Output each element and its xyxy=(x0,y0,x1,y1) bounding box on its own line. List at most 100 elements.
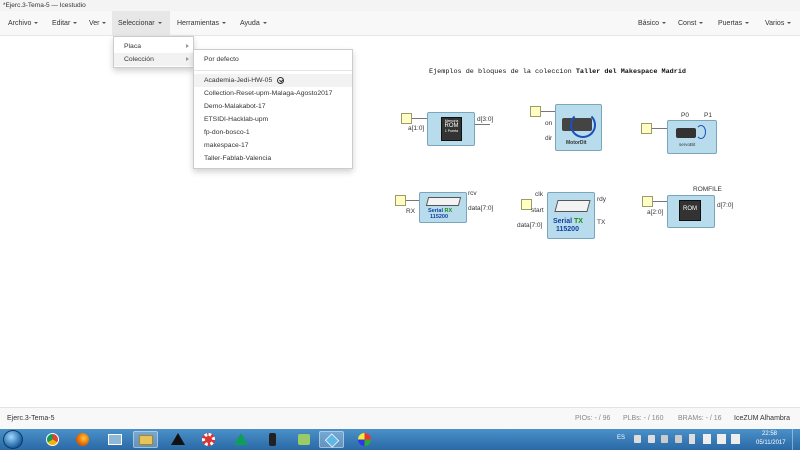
rom-chip-bottom: 1 Puerta xyxy=(444,129,459,133)
menu-item-placa-label: Placa xyxy=(124,43,142,50)
language-indicator[interactable]: ES xyxy=(617,435,625,441)
menu-seleccionar[interactable]: Seleccionar xyxy=(112,11,170,36)
collection-submenu: Por defecto Academia-Jedi-HW-05 Collecti… xyxy=(193,49,353,169)
settings-gear-icon[interactable] xyxy=(196,431,221,448)
tray-volume-icon[interactable] xyxy=(731,434,740,444)
firefox-icon[interactable] xyxy=(70,431,95,448)
menu-herramientas-label: Herramientas xyxy=(177,20,220,27)
rom-chip: Memoria ROM 1 Puerta xyxy=(441,117,462,141)
caret-down-icon xyxy=(661,22,666,25)
port-label-dir: dir xyxy=(545,135,553,142)
servo-arrow-icon xyxy=(696,125,706,139)
port-label-clk: clk xyxy=(535,191,543,198)
select-dropdown: Placa Colección xyxy=(113,36,194,68)
port-label-a: a[2:0] xyxy=(647,209,664,216)
status-filename: Ejerc.3-Tema-5 xyxy=(7,415,55,422)
menu-item-placa[interactable]: Placa xyxy=(114,40,193,53)
port-label-rcv: rcv xyxy=(468,190,477,197)
serial-rx-baud: 115200 xyxy=(430,214,449,220)
collection-item[interactable]: makespace-17 xyxy=(194,139,352,152)
menu-archivo-label: Archivo xyxy=(8,20,32,27)
tray-monitor-icon[interactable] xyxy=(675,435,682,443)
submenu-arrow-icon xyxy=(186,57,189,61)
port-label-p1: P1 xyxy=(704,112,712,119)
clock-date[interactable]: 05/11/2017 xyxy=(756,440,786,446)
menu-const[interactable]: Const xyxy=(672,11,709,36)
chrome-icon[interactable] xyxy=(40,431,65,448)
port-label-rdy: rdy xyxy=(597,196,607,203)
submenu-arrow-icon xyxy=(186,44,189,48)
usb-tool-icon[interactable] xyxy=(260,431,285,448)
rotation-arrow-icon xyxy=(570,112,596,138)
collection-item[interactable]: Collection-Reset-upm-Malaga-Agosto2017 xyxy=(194,87,352,100)
google-drive-icon[interactable] xyxy=(228,431,253,448)
collection-item[interactable]: Demo-Malakabot-17 xyxy=(194,100,352,113)
menu-varios-label: Varios xyxy=(765,20,785,27)
port-label-on: on xyxy=(545,120,553,127)
tray-help-icon[interactable] xyxy=(634,435,641,443)
menu-item-coleccion[interactable]: Colección xyxy=(114,53,193,66)
menu-herramientas[interactable]: Herramientas xyxy=(171,11,232,36)
control-panel-icon[interactable] xyxy=(102,431,127,448)
input-port-a[interactable] xyxy=(401,113,412,124)
collection-item[interactable]: ETSIDI-Hacklab-upm xyxy=(194,113,352,126)
show-desktop-button[interactable] xyxy=(792,429,800,450)
collection-item[interactable]: Academia-Jedi-HW-05 xyxy=(194,74,352,87)
collection-title-name: Taller del Makespace Madrid xyxy=(575,68,686,76)
taskbar: ES 22:58 05/11/2017 xyxy=(0,429,800,450)
menu-bar: Archivo Editar Ver Seleccionar Herramien… xyxy=(0,11,800,36)
menu-varios[interactable]: Varios xyxy=(759,11,797,36)
input-port-on[interactable] xyxy=(530,106,541,117)
port-label-data: data[7:0] xyxy=(517,222,543,229)
motor-label: MotorDit xyxy=(566,140,587,146)
input-port-servo[interactable] xyxy=(641,123,652,134)
wire xyxy=(475,124,490,125)
wire xyxy=(412,118,427,119)
port-label-tx: TX xyxy=(597,219,606,226)
tray-shield-icon[interactable] xyxy=(648,435,655,443)
menu-puertas-label: Puertas xyxy=(718,20,743,27)
start-orb-icon[interactable] xyxy=(3,430,23,449)
paint-icon[interactable] xyxy=(352,431,377,448)
tray-pen-icon[interactable] xyxy=(661,435,668,443)
icestudio-icon[interactable] xyxy=(319,431,344,448)
caret-down-icon xyxy=(73,22,78,25)
window-title: *Ejerc.3-Tema-5 — Icestudio xyxy=(0,0,800,11)
collection-title-prefix: Ejemplos de bloques de la coleccion xyxy=(429,68,576,76)
fritzing-icon[interactable] xyxy=(291,431,316,448)
rom-chip: ROM xyxy=(679,200,701,221)
tray-network-icon[interactable] xyxy=(717,434,726,444)
menu-basico[interactable]: Básico xyxy=(632,11,672,36)
input-port-a[interactable] xyxy=(642,196,653,207)
collection-item-default[interactable]: Por defecto xyxy=(194,53,352,66)
status-board[interactable]: IceZUM Alhambra xyxy=(734,415,790,422)
caret-down-icon xyxy=(262,22,267,25)
input-port-rx[interactable] xyxy=(395,195,406,206)
serial-tx-name: Serial xyxy=(553,218,573,225)
clock-time[interactable]: 22:58 xyxy=(762,431,777,437)
menu-ver[interactable]: Ver xyxy=(83,11,112,36)
file-explorer-icon[interactable] xyxy=(133,431,158,448)
caret-down-icon xyxy=(699,22,704,25)
collection-title: Ejemplos de bloques de la coleccion Tall… xyxy=(429,68,686,76)
port-label-d: d[7:0] xyxy=(717,202,734,209)
menu-archivo[interactable]: Archivo xyxy=(2,11,44,36)
menu-puertas[interactable]: Puertas xyxy=(712,11,755,36)
collection-item[interactable]: fp-don-bosco-1 xyxy=(194,126,352,139)
status-pios: PIOs: - / 96 xyxy=(575,415,611,422)
tray-flag-icon[interactable] xyxy=(689,434,695,444)
menu-ayuda[interactable]: Ayuda xyxy=(234,11,273,36)
wire xyxy=(653,201,667,202)
inkscape-icon[interactable] xyxy=(165,431,190,448)
tray-battery-icon[interactable] xyxy=(703,434,711,444)
port-label-a: a[1:0] xyxy=(408,125,425,132)
menu-seleccionar-label: Seleccionar xyxy=(118,20,155,27)
collection-item[interactable]: Taller-Fablab-Valencia xyxy=(194,152,352,165)
selected-check-icon xyxy=(277,76,285,84)
serial-tx-baud: 115200 xyxy=(556,226,579,233)
menu-editar[interactable]: Editar xyxy=(46,11,83,36)
port-label-romfile: ROMFILE xyxy=(693,186,722,193)
wire xyxy=(406,200,419,201)
caret-down-icon xyxy=(102,22,107,25)
caret-down-icon xyxy=(221,22,226,25)
